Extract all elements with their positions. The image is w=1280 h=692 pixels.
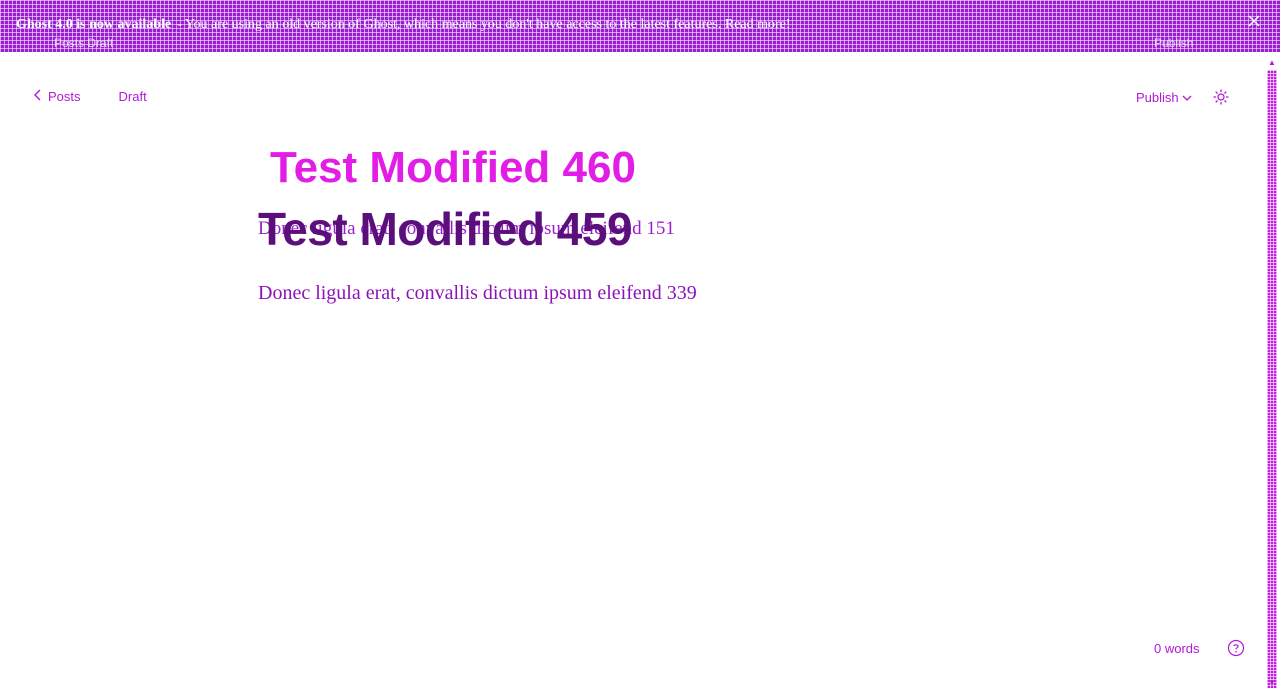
back-label: Posts xyxy=(48,89,81,104)
publish-button[interactable]: Publish xyxy=(1136,90,1192,105)
post-status: Draft xyxy=(118,89,147,104)
update-banner: Ghost 4.0 is now available - You are usin… xyxy=(0,0,1280,52)
editor-toolbar: Publish xyxy=(1136,88,1230,106)
scroll-down-icon[interactable]: ▼ xyxy=(1264,678,1280,688)
publish-label: Publish xyxy=(1136,89,1179,105)
scroll-up-icon[interactable]: ▲ xyxy=(1264,58,1280,68)
scrollbar-thumb[interactable] xyxy=(1267,70,1277,688)
editor-breadcrumb: Posts Draft xyxy=(34,89,147,104)
chevron-left-icon xyxy=(34,89,42,104)
chevron-down-icon xyxy=(1182,90,1192,105)
gear-icon[interactable] xyxy=(1212,88,1230,106)
post-body-paragraph[interactable]: Donec ligula erat, convallis dictum ipsu… xyxy=(258,282,697,305)
banner-message: Ghost 4.0 is now available - You are usin… xyxy=(16,17,791,33)
vertical-scrollbar[interactable]: ▲ ▼ xyxy=(1264,58,1280,692)
banner-title: Ghost 4.0 is now available xyxy=(16,17,172,32)
back-to-posts-link[interactable]: Posts xyxy=(34,89,81,104)
close-icon[interactable] xyxy=(1246,15,1262,31)
banner-ghost-publish: Publish xyxy=(1154,36,1194,50)
banner-ghost-nav: Posts Draft xyxy=(54,36,114,50)
banner-body[interactable]: - You are using an old version of Ghost,… xyxy=(177,17,790,32)
post-title-input[interactable]: Test Modified 459 xyxy=(258,202,633,256)
post-title-ghost: Test Modified 460 xyxy=(270,143,636,192)
help-icon[interactable] xyxy=(1227,639,1245,657)
word-count: 0 words xyxy=(1154,641,1200,656)
